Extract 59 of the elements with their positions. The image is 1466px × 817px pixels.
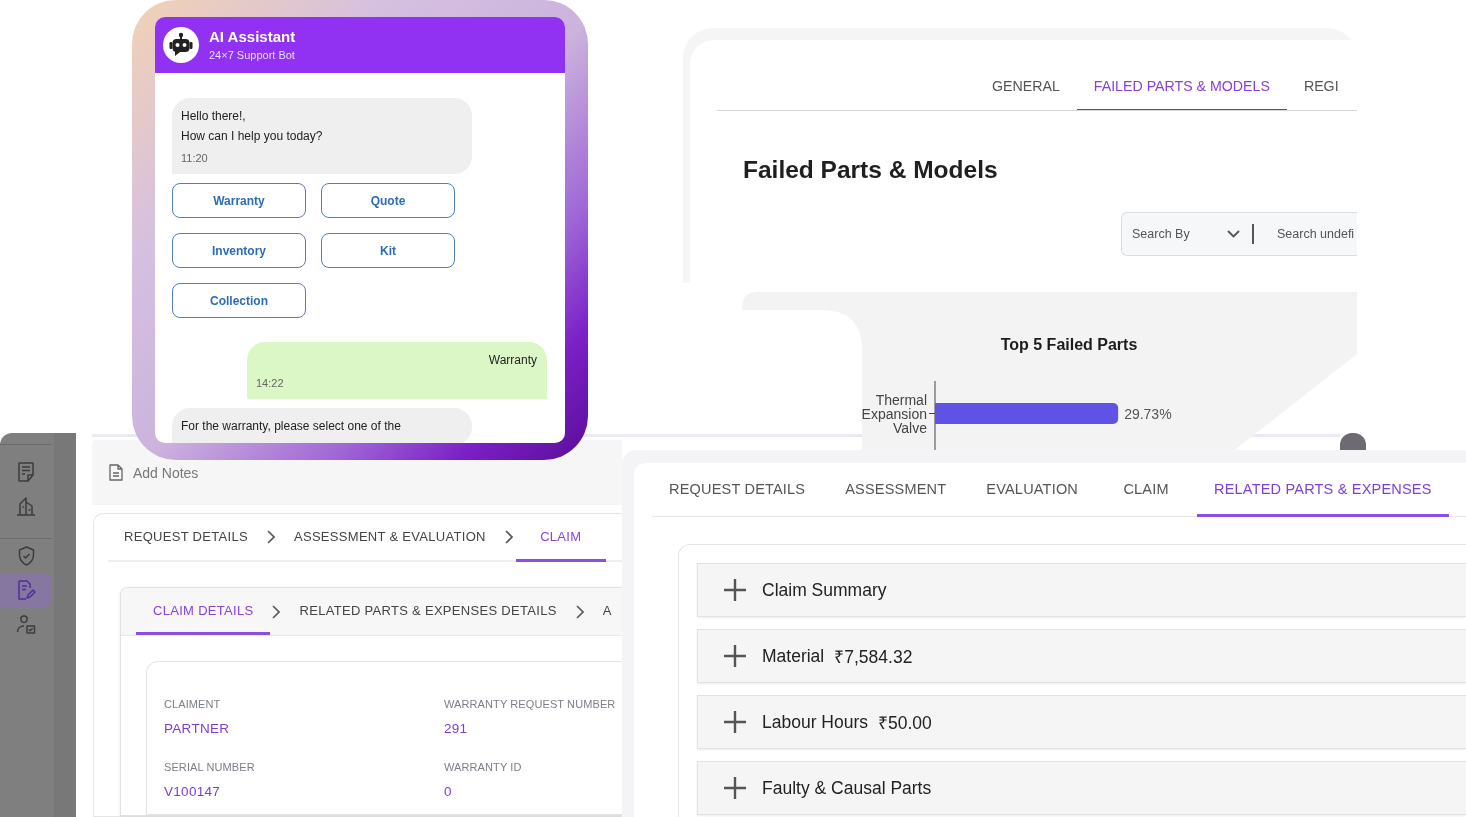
field-value: 291 bbox=[444, 720, 469, 738]
message-text: Warranty bbox=[487, 352, 537, 369]
tab[interactable]: CLAIM DETAILS bbox=[136, 588, 271, 635]
tab[interactable]: A bbox=[585, 588, 614, 635]
message-text: Hello there!, How can I help you today? bbox=[181, 108, 324, 145]
accordion-header[interactable]: Claim Summary bbox=[697, 563, 1466, 617]
field-label: SERIAL NUMBER bbox=[164, 760, 256, 774]
chart-title: Top 5 Failed Parts bbox=[1000, 335, 1138, 355]
tab[interactable]: RELATED PARTS & EXPENSES bbox=[1197, 463, 1449, 517]
page-heading: Failed Parts & Models bbox=[743, 155, 999, 185]
search-input[interactable]: Search undefi bbox=[1266, 227, 1357, 241]
message-text: For the warranty, please select one of the bbox=[181, 417, 402, 435]
shield-check-icon bbox=[17, 546, 35, 566]
search-by-dropdown[interactable]: Search By bbox=[1122, 213, 1252, 255]
option-button[interactable]: Kit bbox=[321, 233, 455, 268]
chat-subtitle: 24×7 Support Bot bbox=[209, 49, 296, 62]
field-value: V100147 bbox=[164, 783, 222, 801]
document-icon bbox=[109, 464, 123, 481]
document-list-icon bbox=[17, 462, 35, 482]
add-notes-button[interactable]: Add Notes bbox=[109, 464, 199, 481]
tab[interactable]: FAILED PARTS & MODELS bbox=[1076, 62, 1287, 110]
option-button[interactable]: Warranty bbox=[172, 183, 306, 218]
field-label: WARRANTY ID bbox=[444, 760, 523, 774]
tab[interactable]: GENERAL bbox=[975, 62, 1077, 110]
tab[interactable]: EVALUATION bbox=[969, 463, 1096, 517]
field-value: PARTNER bbox=[164, 720, 231, 738]
step-tab[interactable]: ASSESSMENT & EVALUATION bbox=[277, 514, 502, 562]
chevron-down-icon bbox=[1227, 230, 1240, 238]
message-time: 11:20 bbox=[181, 152, 209, 165]
sidebar-item[interactable] bbox=[0, 573, 52, 607]
tab[interactable]: ASSESSMENT bbox=[828, 463, 964, 517]
step-tab[interactable]: REQUEST DETAILS bbox=[108, 514, 264, 562]
category-label: Thermal Expansion Valve bbox=[861, 391, 927, 436]
document-edit-icon bbox=[16, 580, 36, 600]
field-label: CLAIMENT bbox=[164, 697, 222, 711]
chevron-right-icon bbox=[272, 604, 281, 619]
chevron-right-icon bbox=[575, 604, 584, 619]
step-tab[interactable]: CLAIM bbox=[515, 514, 606, 562]
chevron-right-icon bbox=[266, 530, 275, 544]
field-value: 0 bbox=[444, 783, 453, 801]
axis-line bbox=[928, 380, 936, 452]
value-label: 29.73% bbox=[1124, 405, 1172, 422]
accordion-header[interactable]: Faulty & Causal Parts bbox=[697, 761, 1466, 815]
option-button[interactable]: Quote bbox=[321, 183, 455, 218]
message-time: 14:22 bbox=[256, 376, 285, 390]
chevron-right-icon bbox=[504, 530, 513, 544]
chat-title: AI Assistant bbox=[209, 28, 296, 46]
robot-icon bbox=[163, 27, 199, 63]
user-badge-icon bbox=[16, 614, 36, 634]
tab[interactable]: CLAIM bbox=[1101, 463, 1192, 517]
building-icon bbox=[16, 496, 36, 516]
option-button[interactable]: Collection bbox=[172, 283, 306, 318]
field-label: WARRANTY REQUEST NUMBER bbox=[444, 697, 617, 711]
tab[interactable]: REGI bbox=[1286, 62, 1343, 110]
accordion-header[interactable]: Labour Hours ₹50.00 bbox=[697, 695, 1466, 749]
option-button[interactable]: Inventory bbox=[172, 233, 306, 268]
accordion-header[interactable]: Material ₹7,584.32 bbox=[697, 629, 1466, 683]
tab[interactable]: RELATED PARTS & EXPENSES DETAILS bbox=[282, 588, 574, 635]
tab[interactable]: REQUEST DETAILS bbox=[652, 463, 823, 517]
